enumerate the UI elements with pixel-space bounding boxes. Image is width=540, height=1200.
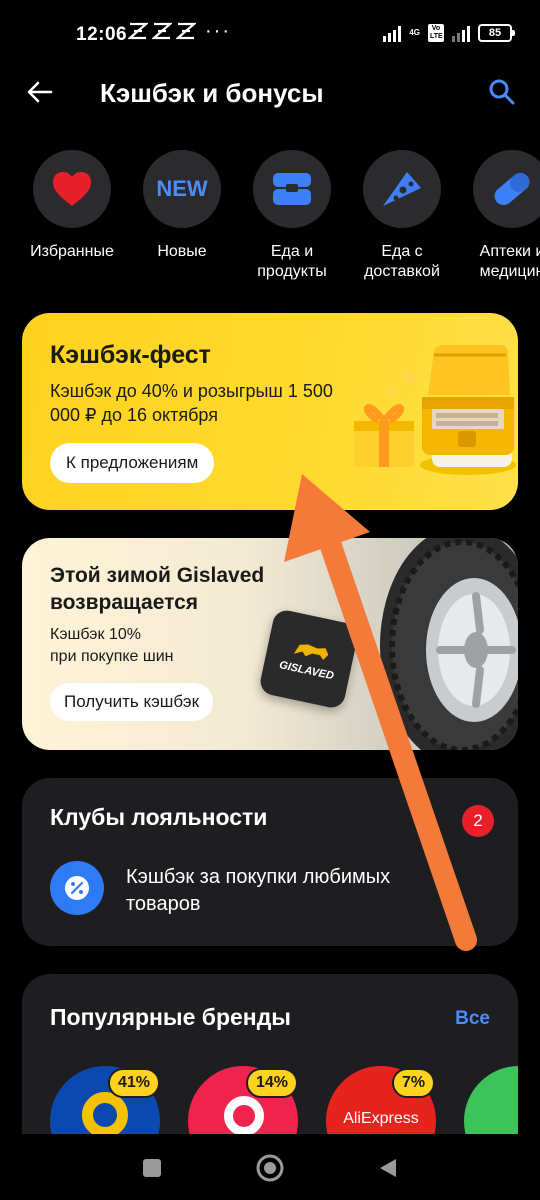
app-notification-icon [128,22,148,40]
gislaved-logo: GISLAVED [257,607,361,711]
cashback-badge: 14% [246,1068,299,1098]
category-food[interactable]: Еда и продукты [237,150,347,282]
circle-icon [256,1154,284,1182]
search-button[interactable] [484,74,520,110]
square-icon [143,1159,161,1177]
battery-icon: 85 [478,24,515,42]
status-time: 12:06 [76,24,128,45]
gislaved-banner[interactable]: Этой зимой Gislaved возвращается Кэшбэк … [22,538,518,750]
back-button[interactable] [22,74,58,110]
treasure-chest-illustration [354,345,516,475]
recent-apps-button[interactable] [136,1152,168,1184]
cashback-badge: 41% [108,1068,161,1098]
category-label: Еда и продукты [257,243,327,280]
category-pharmacy[interactable]: Аптеки и медицин [457,150,540,282]
brand-name: AliExpress [343,1110,419,1127]
category-carousel[interactable]: Избранные NEW Новые Еда и продукты Еда с… [0,150,540,290]
volte-icon: Vo LTE [428,24,444,42]
bear-icon [293,644,329,660]
loyalty-clubs-card[interactable]: Клубы лояльности 2 Кэшбэк за покупки люб… [22,778,518,946]
search-icon [489,79,515,105]
triangle-back-icon [380,1159,396,1177]
app-header: Кэшбэк и бонусы [0,70,540,120]
status-bar: 12:06 ··· 4G Vo LTE 85 [0,0,540,70]
tire-illustration [380,538,518,750]
page-title: Кэшбэк и бонусы [100,78,324,108]
new-icon: NEW [156,176,208,201]
signal-icon-2 [452,24,470,42]
more-notifications-icon: ··· [205,20,231,42]
banner-subtitle: Кэшбэк 10% при покупке шин [50,626,174,665]
section-title: Клубы лояльности [50,804,268,830]
discount-icon [50,861,104,915]
get-cashback-button[interactable]: Получить кэшбэк [50,683,214,721]
system-nav-bar [0,1134,540,1200]
category-label: Аптеки и медицин [479,243,540,280]
cashback-badge: 7% [392,1068,436,1098]
category-delivery[interactable]: Еда с доставкой [347,150,457,282]
notification-icons [128,22,196,40]
category-favorites[interactable]: Избранные [17,150,127,262]
app-notification-icon [152,22,172,40]
category-label: Избранные [30,243,114,260]
food-box-icon [273,173,311,205]
category-new[interactable]: NEW Новые [127,150,237,262]
network-type: 4G [409,28,420,37]
banner-subtitle: Кэшбэк до 40% и розыгрыш 1 500 000 ₽ до … [50,381,333,425]
loyalty-item-text: Кэшбэк за покупки любимых товаров [126,866,391,915]
count-badge: 2 [462,805,494,837]
arrow-left-icon [27,81,53,103]
to-offers-button[interactable]: К предложениям [50,443,215,483]
home-button[interactable] [254,1152,286,1184]
brand-logo-4[interactable] [464,1066,518,1134]
category-label: Еда с доставкой [364,243,440,280]
see-all-link[interactable]: Все [455,1008,490,1030]
popular-brands-card: Популярные бренды Все 41% 14% AliExpress… [22,974,518,1134]
heart-icon [53,172,91,206]
cashback-fest-banner[interactable]: Кэшбэк-фест Кэшбэк до 40% и розыгрыш 1 5… [22,313,518,510]
app-notification-icon [176,22,196,40]
pill-icon [494,172,530,206]
section-title: Популярные бренды [50,1004,291,1030]
category-label: Новые [157,243,207,260]
back-nav-button[interactable] [372,1152,404,1184]
banner-title: Этой зимой Gislaved возвращается [50,564,265,614]
signal-icon [383,24,402,42]
pizza-icon [383,172,421,206]
banner-title: Кэшбэк-фест [50,341,211,369]
